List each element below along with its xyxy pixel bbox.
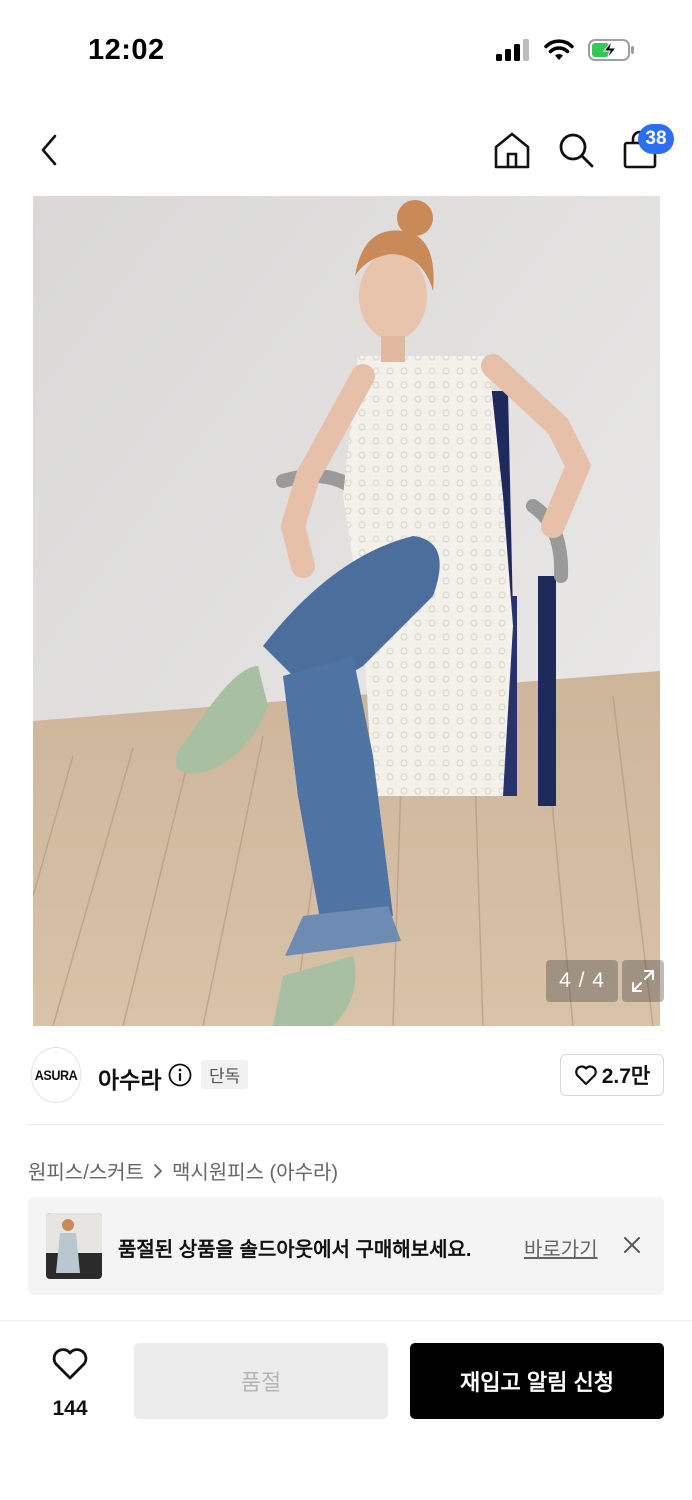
breadcrumb: 원피스/스커트 맥시원피스 (아수라) [28,1156,338,1185]
expand-image-button[interactable] [622,960,664,1002]
wishlist-button[interactable]: 144 [30,1345,110,1425]
search-button[interactable] [554,128,598,172]
status-time: 12:02 [88,34,165,66]
brand-like-button[interactable]: 2.7만 [560,1054,664,1096]
brand-like-count: 2.7만 [601,1065,651,1088]
soldout-banner[interactable]: 품절된 상품을 솔드아웃에서 구매해보세요. 바로가기 [28,1197,664,1295]
image-counter: 4 / 4 [546,960,618,1002]
status-icons [496,38,636,62]
breadcrumb-category[interactable]: 원피스/스커트 [28,1156,144,1185]
banner-link[interactable]: 바로가기 [524,1233,598,1262]
home-button[interactable] [490,128,534,172]
back-button[interactable] [28,128,72,172]
banner-thumbnail [46,1213,102,1279]
battery-charging-icon [588,39,634,61]
brand-logo[interactable]: ASURA [30,1047,82,1103]
heart-outline-icon [52,1348,88,1380]
banner-message: 품절된 상품을 솔드아웃에서 구매해보세요. [118,1239,472,1261]
status-bar: 12:02 [0,0,692,100]
banner-thumbnail-image [46,1213,102,1279]
expand-icon [632,970,654,992]
cart-count-badge: 38 [638,124,674,154]
top-nav [0,110,692,190]
home-icon [494,132,530,169]
close-icon[interactable] [620,1233,644,1257]
chevron-right-icon [154,1163,162,1178]
product-photo-illustration [33,196,660,1026]
soldout-button: 품절 [134,1343,388,1419]
info-icon[interactable] [168,1063,192,1087]
heart-outline-icon [574,1065,597,1086]
chevron-left-icon [41,134,57,166]
signal-icon [496,39,529,61]
exclusive-badge: 단독 [201,1060,249,1089]
wifi-icon [544,39,574,60]
search-icon [559,133,594,168]
product-photo[interactable] [33,196,660,1026]
divider [28,1124,664,1125]
bottom-action-bar: 144 품절 재입고 알림 신청 [0,1320,692,1500]
wishlist-count: 144 [52,1397,88,1420]
brand-name[interactable]: 아수라 [98,1061,161,1095]
restock-alert-button[interactable]: 재입고 알림 신청 [410,1343,664,1419]
brand-row: ASURA 아수라 단독 2.7만 [28,1047,664,1105]
breadcrumb-subcategory[interactable]: 맥시원피스 (아수라) [172,1156,338,1185]
